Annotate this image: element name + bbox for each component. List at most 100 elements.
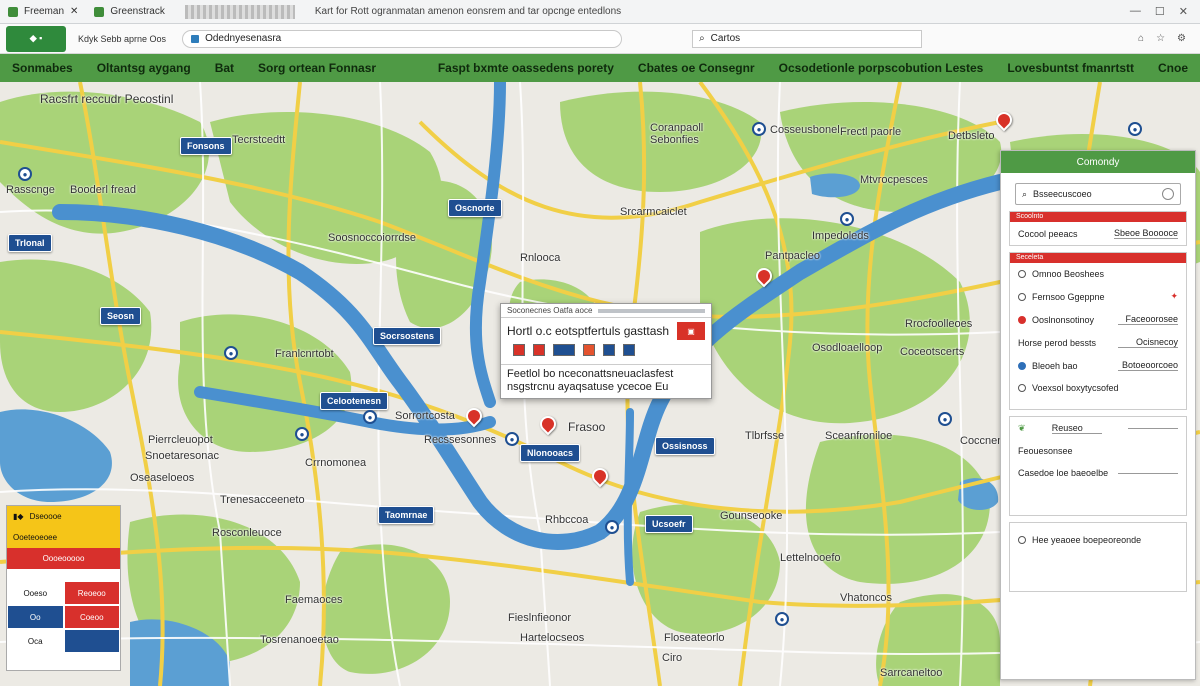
map-label: Gounseooke bbox=[720, 510, 783, 522]
map-label: Coranpaoll bbox=[650, 122, 704, 134]
home-icon[interactable]: ⌂ bbox=[1138, 33, 1144, 44]
menu-item-3[interactable]: Sorg ortean Fonnasr bbox=[246, 61, 388, 75]
close-window-icon[interactable]: ✕ bbox=[1179, 5, 1188, 18]
menu-item-5[interactable]: Cbates oe Consegnr bbox=[626, 61, 767, 75]
site-favicon-icon bbox=[94, 6, 105, 17]
menu-item-2[interactable]: Bat bbox=[203, 61, 246, 75]
menu-item-8[interactable]: Cnoe bbox=[1146, 61, 1200, 75]
settings-icon[interactable]: ⚙ bbox=[1177, 33, 1186, 44]
poi-marker-icon[interactable]: ● bbox=[840, 212, 854, 226]
site-logo[interactable]: ◆ ▪ bbox=[6, 25, 66, 52]
url-input[interactable]: Odednyesenasra bbox=[182, 29, 623, 48]
category-icon[interactable] bbox=[623, 344, 635, 356]
legend-cell[interactable]: Reoeoo bbox=[63, 581, 120, 605]
poi-marker-icon[interactable]: ● bbox=[938, 412, 952, 426]
map-label: Rosconleuoce bbox=[212, 527, 282, 539]
radio-icon[interactable] bbox=[1018, 384, 1026, 392]
star-icon[interactable]: ☆ bbox=[1156, 33, 1165, 44]
map-label: Cosseusbonel bbox=[770, 124, 840, 136]
panel-row[interactable]: ❦ Reuseo bbox=[1010, 417, 1186, 440]
map-label: Sceanfroniloe bbox=[825, 430, 893, 442]
panel-row[interactable]: Fernsoo Ggeppne ✦ bbox=[1010, 285, 1186, 308]
row-label: Hee yeaoee boepeoreonde bbox=[1032, 535, 1142, 545]
route-sign[interactable]: Ossisnoss bbox=[655, 437, 715, 455]
legend-cell[interactable]: Coeoo bbox=[63, 605, 120, 629]
row-label: Horse perod bessts bbox=[1018, 337, 1097, 348]
panel-row[interactable]: Casedoe loe baeoelbe bbox=[1010, 462, 1186, 484]
popup-header-bar bbox=[598, 308, 705, 313]
legend-cell[interactable] bbox=[63, 629, 120, 653]
poi-marker-icon[interactable]: ● bbox=[295, 427, 309, 441]
poi-marker-icon[interactable]: ● bbox=[505, 432, 519, 446]
menu-item-7[interactable]: Lovesbuntst fmanrtstt bbox=[995, 61, 1146, 75]
poi-marker-icon[interactable]: ● bbox=[18, 167, 32, 181]
radio-icon[interactable] bbox=[1018, 292, 1026, 301]
legend-cell[interactable]: Oca bbox=[7, 629, 64, 653]
map-label: Ciro bbox=[662, 652, 683, 664]
route-sign[interactable]: Socrsostens bbox=[373, 327, 442, 345]
poi-marker-icon[interactable]: ● bbox=[752, 122, 766, 136]
clear-icon[interactable] bbox=[1162, 188, 1174, 200]
route-sign[interactable]: Trlonal bbox=[8, 234, 52, 252]
panel-search-input[interactable]: ⌕ Bsseecuscoeo bbox=[1015, 183, 1181, 205]
search-input[interactable]: ⌕ Cartos bbox=[692, 29, 923, 48]
lock-icon bbox=[191, 34, 200, 43]
poi-marker-icon[interactable]: ● bbox=[1128, 122, 1142, 136]
radio-icon[interactable] bbox=[1018, 536, 1026, 544]
route-sign[interactable]: Seosn bbox=[100, 307, 142, 325]
browser-tab[interactable]: Freeman ✕ bbox=[0, 0, 86, 24]
close-tab-icon[interactable]: ✕ bbox=[70, 6, 78, 17]
menu-item-1[interactable]: Oltantsg aygang bbox=[85, 61, 203, 75]
poi-marker-icon[interactable]: ● bbox=[605, 520, 619, 534]
category-icon[interactable] bbox=[513, 344, 525, 356]
route-sign[interactable]: Fonsons bbox=[180, 137, 232, 155]
location-popup[interactable]: Soconecnes Oatfa aoce Hortl o.c eotsptfe… bbox=[500, 303, 712, 399]
minimize-icon[interactable]: — bbox=[1130, 5, 1141, 18]
legend-cell[interactable]: Ooeso bbox=[7, 581, 64, 605]
route-sign[interactable]: Ucsoefr bbox=[645, 515, 693, 533]
category-icon[interactable] bbox=[533, 344, 545, 356]
map-label: Lettelnooefo bbox=[780, 552, 841, 564]
page-title: Kart for Rott ogranmatan amenon eonsrem … bbox=[314, 6, 622, 17]
legend-cell[interactable]: Oo bbox=[7, 605, 64, 629]
map-label: Detbsleto bbox=[948, 130, 995, 142]
site-tab[interactable]: Greenstrack bbox=[86, 0, 172, 24]
popup-badge-icon[interactable]: ▣ bbox=[677, 322, 705, 340]
menu-item-0[interactable]: Sonmabes bbox=[0, 61, 85, 75]
url-text: Odednyesenasra bbox=[205, 33, 282, 44]
map-label: Vhatoncos bbox=[840, 592, 892, 604]
blurred-tab[interactable] bbox=[184, 4, 295, 19]
poi-marker-icon[interactable]: ● bbox=[363, 410, 377, 424]
legend-row[interactable]: Oooeooooo bbox=[7, 548, 120, 569]
panel-row[interactable]: Omnoo Beoshees bbox=[1010, 263, 1186, 285]
map-label: Faemaoces bbox=[285, 594, 343, 606]
route-sign[interactable]: Taomrnae bbox=[378, 506, 435, 524]
panel-row[interactable]: Horse perod bessts Ocisnecoy bbox=[1010, 331, 1186, 354]
menu-item-4[interactable]: Faspt bxmte oassedens porety bbox=[426, 61, 626, 75]
panel-section-2: Seceleta Omnoo Beoshees Fernsoo Ggeppne … bbox=[1009, 252, 1187, 410]
checkbox-icon[interactable] bbox=[1018, 270, 1026, 278]
poi-marker-icon[interactable]: ● bbox=[224, 346, 238, 360]
row-label: Casedoe loe baeoelbe bbox=[1018, 468, 1109, 478]
route-sign[interactable]: Celootenesn bbox=[320, 392, 389, 410]
map-legend: ▮◆ Dseoooe Ooeteoeoee Oooeooooo Ooeso Re… bbox=[6, 505, 121, 671]
category-icon[interactable] bbox=[603, 344, 615, 356]
legend-row[interactable]: Ooeteoeoee bbox=[7, 527, 120, 548]
panel-section-4: Hee yeaoee boepeoreonde bbox=[1009, 522, 1187, 592]
poi-marker-icon[interactable]: ● bbox=[775, 612, 789, 626]
route-sign[interactable]: Oscnorte bbox=[448, 199, 502, 217]
legend-row[interactable]: ▮◆ Dseoooe bbox=[7, 506, 120, 527]
row-value: Faceoorosee bbox=[1118, 314, 1178, 325]
panel-row[interactable]: Voexsol boxytycsofed bbox=[1010, 377, 1186, 409]
map-label: Pantpacleo bbox=[765, 250, 821, 262]
menu-item-6[interactable]: Ocsodetionle porpscobution Lestes bbox=[767, 61, 996, 75]
route-sign[interactable]: Nlonooacs bbox=[520, 444, 581, 462]
panel-row[interactable]: Bleoeh bao Botoeoorcoeo bbox=[1010, 354, 1186, 377]
category-icon[interactable] bbox=[553, 344, 575, 356]
maximize-icon[interactable]: ☐ bbox=[1155, 5, 1165, 18]
panel-row[interactable]: Feouesonsee bbox=[1010, 440, 1186, 462]
panel-row[interactable]: Cocool peeacs Sbeoe Booooce bbox=[1010, 222, 1186, 245]
category-icon[interactable] bbox=[583, 344, 595, 356]
panel-row[interactable]: Ooslnonsotinoy Faceoorosee bbox=[1010, 308, 1186, 331]
panel-row[interactable]: Hee yeaoee boepeoreonde bbox=[1010, 523, 1186, 551]
